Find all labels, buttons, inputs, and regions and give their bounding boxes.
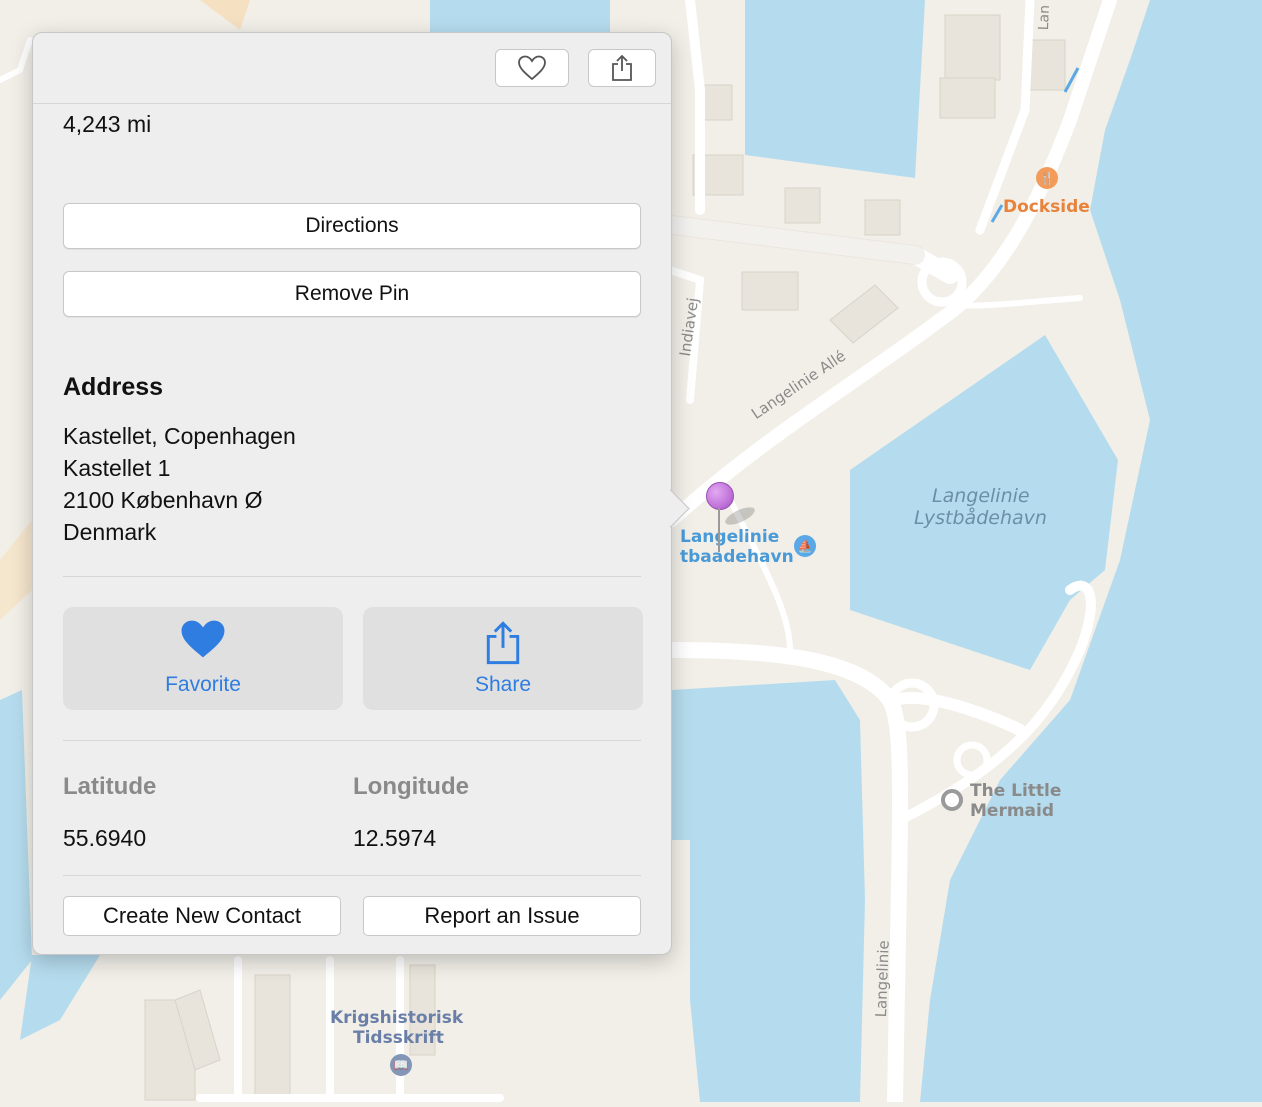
water-basin-north — [745, 0, 925, 178]
address-line-2: Kastellet 1 — [63, 455, 171, 481]
map-label-krigshistorisk-line2[interactable]: Tidsskrift — [353, 1028, 444, 1048]
report-issue-button[interactable]: Report an Issue — [363, 896, 641, 936]
latitude-value: 55.6940 — [63, 825, 147, 851]
map-label-krigshistorisk-line1[interactable]: Krigshistorisk — [330, 1008, 463, 1028]
map-label-lystbadehavn-line2: Lystbådehavn — [914, 507, 1047, 529]
book-icon[interactable]: 📖 — [390, 1054, 412, 1076]
directions-button[interactable]: Directions — [63, 203, 641, 249]
map-label-lystbadehavn-line1: Langelinie — [932, 485, 1030, 507]
coordinates-divider — [63, 875, 641, 876]
share-icon — [612, 54, 632, 81]
sailboat-icon[interactable]: ⛵ — [794, 535, 816, 557]
address-line-4: Denmark — [63, 519, 157, 545]
restaurant-icon[interactable]: 🍴 — [1036, 167, 1058, 189]
favorite-action-button[interactable]: Favorite — [63, 607, 343, 710]
share-action-label: Share — [474, 673, 532, 696]
map-label-marina-line2[interactable]: tbaadehavn — [680, 547, 794, 567]
dropped-pin[interactable] — [706, 482, 734, 552]
heart-outline-icon — [518, 55, 546, 81]
water-channel — [672, 680, 865, 1102]
longitude-value: 12.5974 — [353, 825, 437, 851]
address-heading: Address — [63, 373, 164, 401]
create-new-contact-button[interactable]: Create New Contact — [63, 896, 341, 936]
pin-info-popover: 4,243 mi Directions Remove Pin Address K… — [32, 32, 690, 955]
distance-text: 4,243 mi — [63, 111, 152, 137]
address-line-3: 2100 København Ø — [63, 487, 263, 513]
map-label-dockside[interactable]: Dockside — [1003, 197, 1090, 217]
pin-needle — [718, 508, 720, 552]
share-toolbar-button[interactable] — [588, 49, 656, 87]
heart-icon — [181, 620, 225, 658]
map-label-little-mermaid-line1[interactable]: The Little — [970, 781, 1061, 801]
share-icon — [486, 621, 520, 665]
landmark-icon[interactable] — [941, 789, 963, 811]
latitude-label: Latitude — [63, 773, 157, 800]
favorite-toolbar-button[interactable] — [495, 49, 569, 87]
actions-divider — [63, 740, 641, 741]
address-divider — [63, 576, 641, 577]
map-label-langelinie-street: Langelinie — [872, 940, 893, 1018]
toolbar-divider — [33, 103, 671, 104]
pin-head — [706, 482, 734, 510]
map-label-top-road: Lan — [1036, 4, 1053, 31]
remove-pin-button[interactable]: Remove Pin — [63, 271, 641, 317]
map-label-little-mermaid-line2[interactable]: Mermaid — [970, 801, 1054, 821]
favorite-action-label: Favorite — [165, 673, 241, 696]
share-action-button[interactable]: Share — [363, 607, 643, 710]
longitude-label: Longitude — [353, 773, 469, 800]
address-line-1: Kastellet, Copenhagen — [63, 423, 296, 449]
